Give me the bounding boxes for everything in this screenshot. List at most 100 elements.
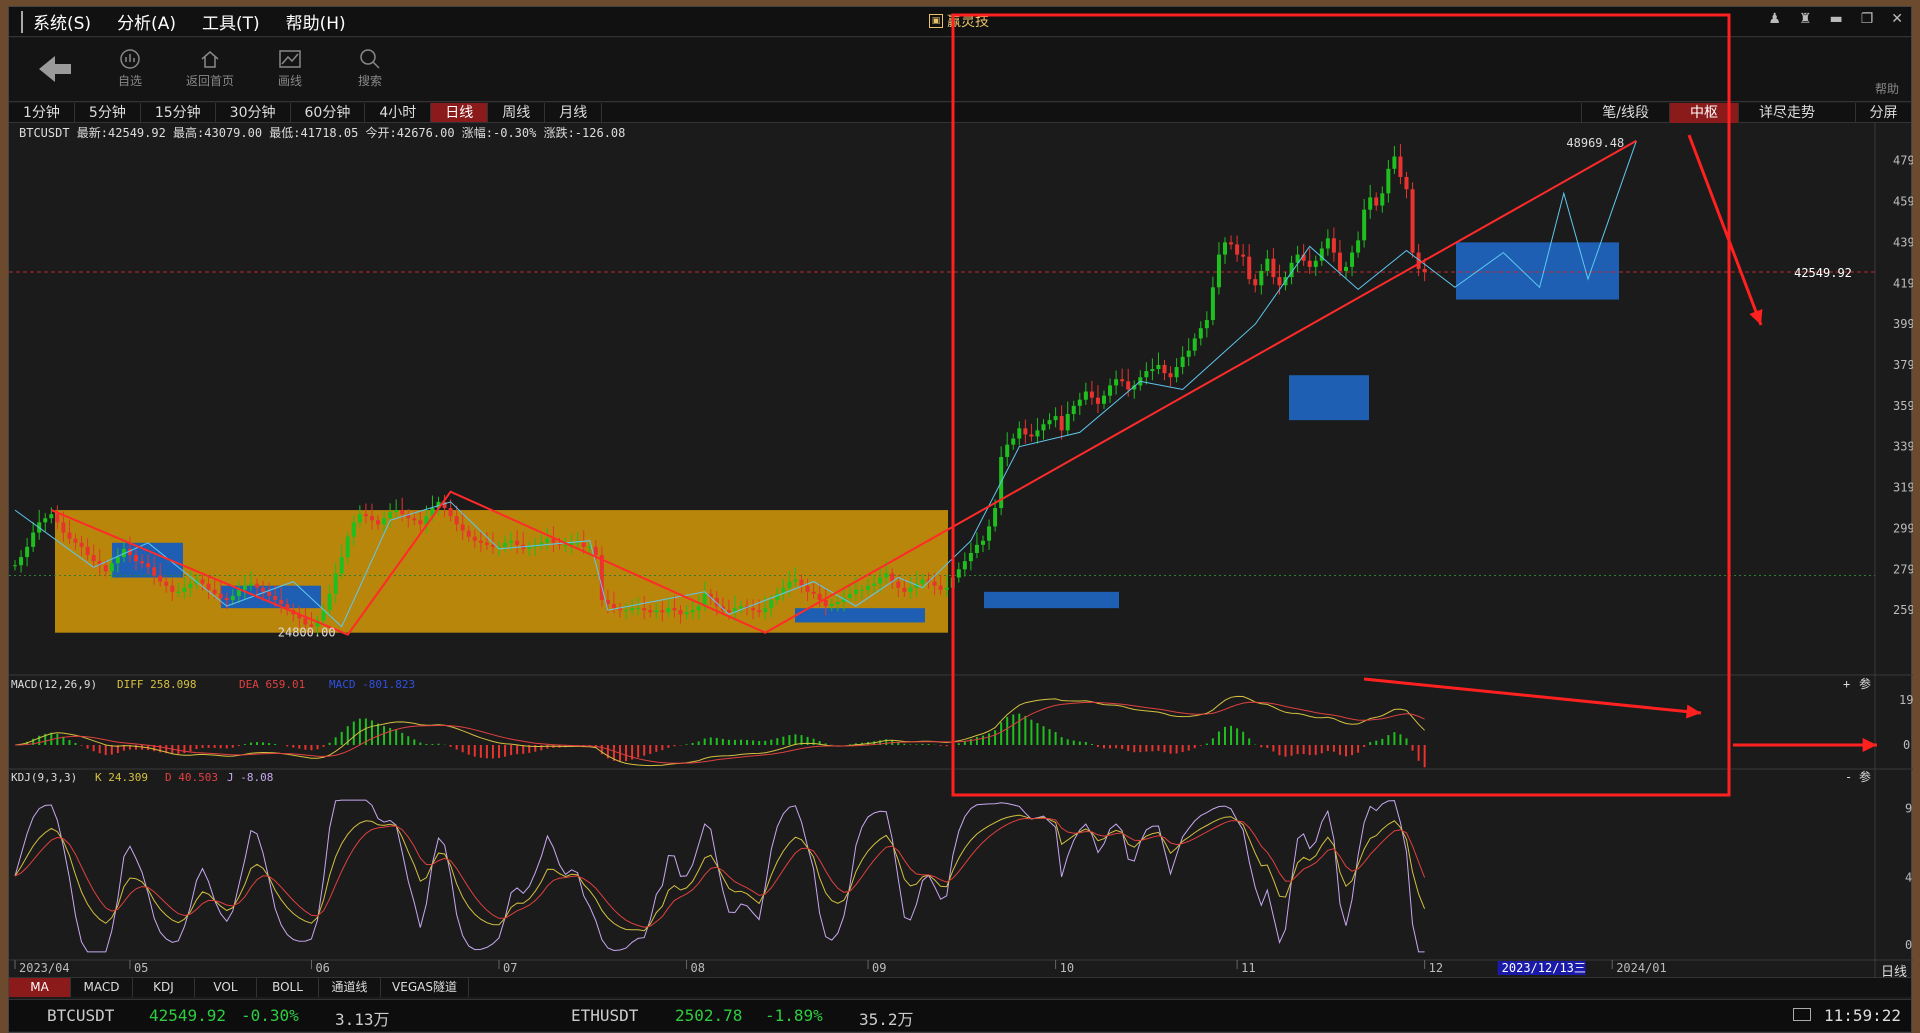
candle-body [176,591,181,593]
candle-body [1235,244,1240,255]
annotation-arrow-down-shaft [1687,134,1763,326]
candle-body [1229,242,1234,245]
candle-body [321,610,326,621]
candle-body [1362,209,1367,241]
candle-body [1374,197,1379,206]
candle-body [1180,356,1185,368]
macd-dea-line [14,701,1425,764]
candle-body [303,618,308,625]
candle-body [739,606,743,609]
candle-body [1398,156,1403,177]
candle-body [630,608,635,611]
tab-kdj[interactable]: KDJ [133,978,195,997]
candle-body [236,589,241,596]
kdj-label: KDJ(9,3,3) [11,771,77,784]
tab-vegas[interactable]: VEGAS隧道 [381,978,469,997]
candle-body [1017,428,1022,439]
candle-body [1265,258,1270,271]
candle-body [1380,193,1385,206]
candle-body [1114,379,1119,386]
candle-body [1404,176,1409,190]
candle-body [575,542,580,544]
candle-body [1277,277,1282,286]
candle-body [140,561,145,564]
candle-body [1144,371,1149,378]
candle-body [400,510,405,515]
candle-body [896,581,901,588]
candle-body [1186,350,1191,357]
candle-body [369,516,374,521]
date-axis-label: 11 [1241,961,1255,975]
candle-body [805,585,810,592]
kdj-j-line [14,799,1425,953]
pivot-zone-small [795,608,925,623]
annotation-arrow-macd-shaft [1363,677,1702,715]
indicator-tabs: MA MACD KDJ VOL BOLL 通道线 VEGAS隧道 [9,977,1911,997]
candle-body [1077,399,1082,406]
ticker-symbol[interactable]: ETHUSDT [571,1006,638,1025]
candle-body [1356,240,1361,253]
mail-icon[interactable] [1793,1008,1811,1021]
candle-body [847,593,852,598]
candle-body [158,575,163,582]
candle-body [339,557,344,574]
candle-body [472,536,477,541]
candle-body [993,508,998,527]
candle-body [654,610,659,613]
macd-label: MACD(12,26,9) [11,678,97,691]
candle-body [593,546,598,556]
date-axis-label: 07 [503,961,517,975]
candle-body [1325,238,1330,249]
ticker-change: -0.30% [241,1006,299,1025]
candle-body [611,604,616,609]
kdj-k-label: K 24.309 [95,771,148,784]
candle-body [25,546,30,558]
candle-body [878,577,883,584]
date-axis-label: 09 [872,961,886,975]
candle-body [920,579,925,584]
candle-body [1174,367,1179,378]
candle-body [394,510,399,513]
ticker-symbol[interactable]: BTCUSDT [47,1006,114,1025]
macd-param-button: 参 [1859,676,1871,691]
pivot-zone-small [984,591,1119,609]
candle-body [1192,338,1197,351]
candle-body [218,593,223,598]
kdj-d-label: D 40.503 [165,771,218,784]
candle-body [273,595,278,600]
candle-body [152,567,157,576]
candle-body [1059,416,1064,431]
candle-body [1168,373,1173,378]
ticker-price: 2502.78 [675,1006,743,1025]
candle-body [333,573,338,594]
tab-macd[interactable]: MACD [71,978,133,997]
candle-body [1102,395,1106,404]
candle-body [829,604,834,607]
candle-body [974,544,979,553]
candle-body [860,589,864,591]
candle-body [1095,397,1100,404]
price-axis-label: 41999 [1893,276,1913,290]
macd-axis-label: 0 [1903,738,1910,752]
macd-collapse-button: + [1843,677,1850,691]
candle-body [1047,420,1052,425]
tab-boll[interactable]: BOLL [257,978,319,997]
tab-channel[interactable]: 通道线 [319,978,381,997]
candle-body [267,591,272,596]
candle-body [454,516,459,525]
candle-body [31,532,36,547]
candle-body [527,546,532,549]
candle-body [212,589,217,594]
tab-ma[interactable]: MA [9,978,71,997]
candle-body [484,542,489,545]
candle-body [545,538,550,543]
candle-body [1271,258,1276,278]
candle-body [835,602,840,605]
tab-vol[interactable]: VOL [195,978,257,997]
kline-chart-area[interactable]: 48969.48 24800.00 42549.92 47999 45999 43999 4… [9,7,1913,977]
price-axis-label: 27999 [1893,562,1913,576]
kdj-axis-label: 0 [1905,938,1912,952]
candle-body [103,565,108,572]
candle-body [503,542,508,547]
candle-body [1313,260,1318,267]
